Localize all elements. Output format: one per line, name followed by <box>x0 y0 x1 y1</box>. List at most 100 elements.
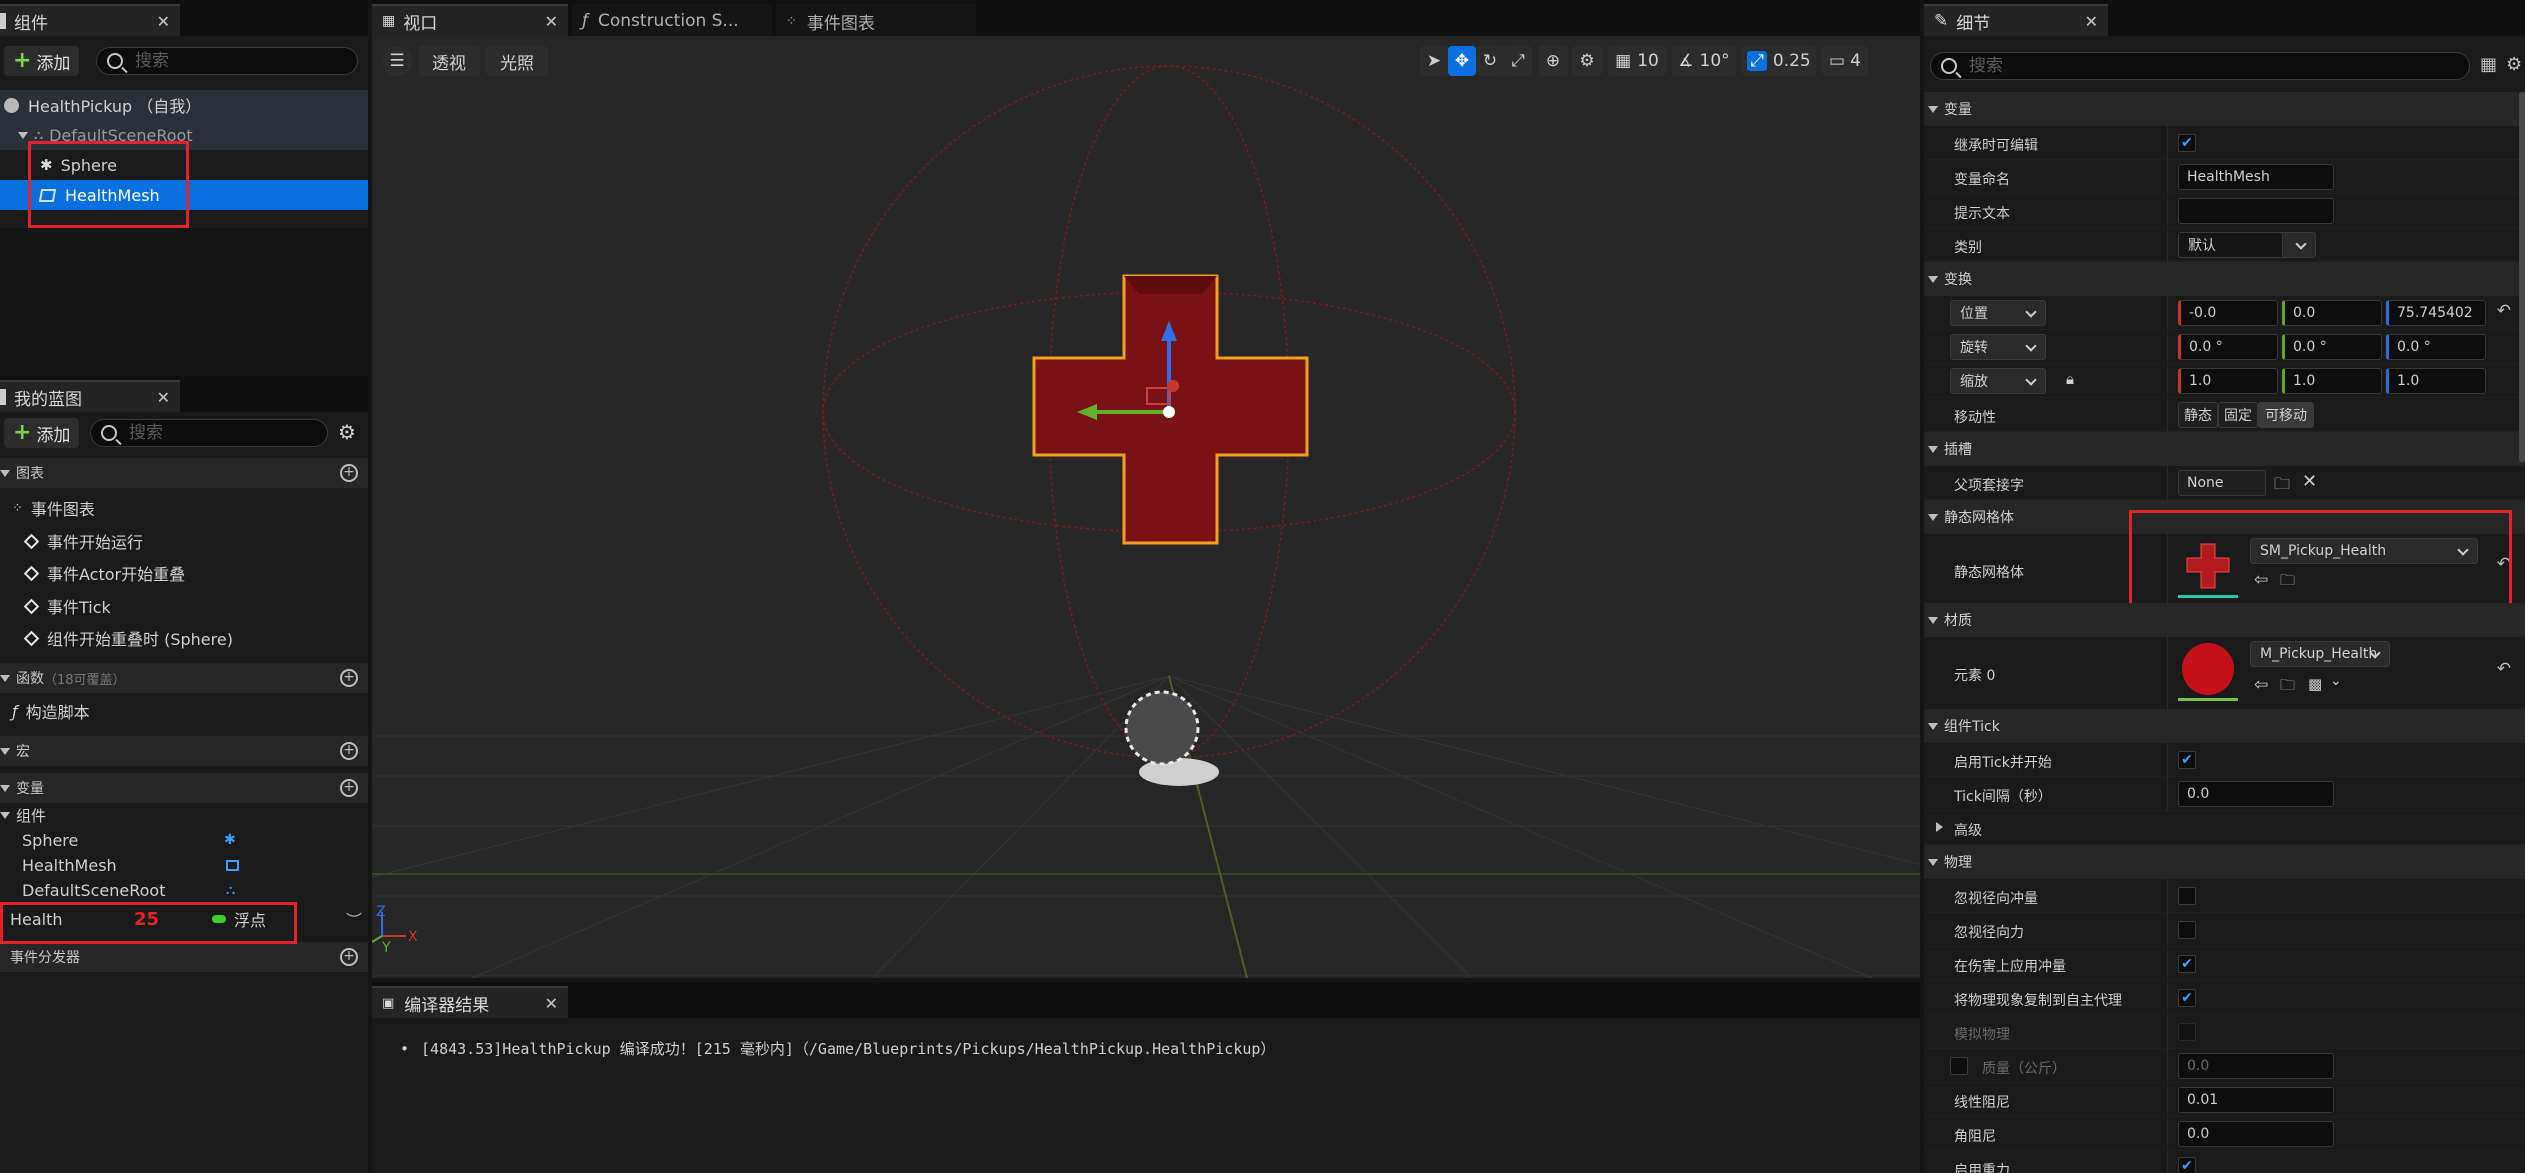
use-selected-arrow-icon[interactable]: ⇦ <box>2254 570 2268 590</box>
move-tool-button[interactable]: ✥ <box>1448 46 1476 76</box>
close-icon[interactable]: ✕ <box>545 994 558 1013</box>
use-selected-arrow-icon[interactable]: ⇦ <box>2254 675 2268 695</box>
add-dispatcher-icon[interactable]: + <box>340 948 358 966</box>
scale-snap-button[interactable]: ⤢ 0.25 <box>1742 46 1816 76</box>
camera-speed-button[interactable]: ▭ 4 <box>1822 46 1868 76</box>
reset-arrow-icon[interactable]: ↶ <box>2497 659 2511 679</box>
collapse-arrow-icon[interactable] <box>0 469 10 477</box>
section-materials[interactable]: 材质 <box>1924 603 2525 637</box>
browse-folder-icon[interactable]: 🗀︎ <box>2280 570 2295 595</box>
reset-arrow-icon[interactable]: ↶ <box>2497 554 2511 574</box>
var-name-input[interactable]: HealthMesh <box>2178 164 2334 190</box>
checker-icon[interactable]: ▩ <box>2308 675 2322 693</box>
add-variable-icon[interactable]: + <box>340 779 358 797</box>
collapse-arrow-icon[interactable] <box>1928 722 1938 730</box>
grid-snap-button[interactable]: ▦ 10 <box>1608 46 1666 76</box>
variable-row-scene-root[interactable]: DefaultSceneRoot ⛬ <box>0 878 368 902</box>
rotation-dropdown[interactable]: 旋转 <box>1950 334 2046 360</box>
enable-gravity-checkbox[interactable]: ✔ <box>2178 1157 2196 1173</box>
editable-checkbox[interactable]: ✔ <box>2178 134 2196 152</box>
tick-start-checkbox[interactable]: ✔ <box>2178 751 2196 769</box>
tree-root-row[interactable]: HealthPickup （自我） <box>0 90 368 120</box>
static-mesh-thumbnail[interactable] <box>2178 538 2238 598</box>
gear-icon[interactable]: ⚙ <box>2506 54 2522 75</box>
tree-scene-root-row[interactable]: ⛬ DefaultSceneRoot <box>0 120 368 150</box>
variable-row-sphere[interactable]: Sphere ✱ <box>0 828 368 852</box>
section-graphs[interactable]: 图表 + <box>0 458 368 488</box>
tick-interval-input[interactable]: 0.0 <box>2178 781 2334 807</box>
row-advanced[interactable]: 高级 <box>1924 811 2525 845</box>
tab-construction-script[interactable]: ƒ Construction S... <box>572 4 772 36</box>
replicate-physics-checkbox[interactable]: ✔ <box>2178 989 2196 1007</box>
section-transform[interactable]: 变换 <box>1924 262 2525 296</box>
tab-compiler-results[interactable]: ▣ 编译器结果 ✕ <box>372 986 568 1018</box>
scale-x-input[interactable]: 1.0 <box>2178 368 2278 394</box>
material-dropdown[interactable]: M_Pickup_Health <box>2250 641 2390 667</box>
mobility-stationary-button[interactable]: 固定 <box>2218 402 2258 428</box>
components-search-field[interactable] <box>135 51 310 71</box>
category-dropdown[interactable]: 默认 <box>2178 232 2290 258</box>
scale-tool-button[interactable]: ⤢ <box>1504 46 1532 76</box>
browse-folder-icon[interactable]: 🗀︎ <box>2280 675 2295 700</box>
add-macro-icon[interactable]: + <box>340 742 358 760</box>
blueprint-search-input[interactable] <box>90 419 328 447</box>
collapse-arrow-icon[interactable] <box>1928 616 1938 624</box>
details-scrollbar[interactable] <box>2519 92 2525 462</box>
perspective-button[interactable]: 透视 <box>418 46 480 76</box>
section-variables[interactable]: 变量 + <box>0 773 368 803</box>
rotation-snap-button[interactable]: ∡ 10° <box>1672 46 1736 76</box>
viewport-canvas[interactable]: X Z Y ☰ 透视 光照 ➤ ✥ ↻ ⤢ ⊕ ⚙ ▦ 10 ∡ 10° ⤢ 0.25… <box>372 36 1920 978</box>
add-function-icon[interactable]: + <box>340 669 358 687</box>
collapse-arrow-icon[interactable] <box>0 674 10 682</box>
settings-gear-icon[interactable]: ⚙ <box>338 420 356 444</box>
section-sockets[interactable]: 插槽 <box>1924 432 2525 466</box>
mobility-static-button[interactable]: 静态 <box>2178 402 2218 428</box>
reset-arrow-icon[interactable]: ↶ <box>2497 301 2511 321</box>
event-item[interactable]: 事件Tick <box>0 592 368 620</box>
location-dropdown[interactable]: 位置 <box>1950 300 2046 326</box>
details-search-field[interactable] <box>1969 56 2339 76</box>
tab-viewport[interactable]: ▦ 视口 ✕ <box>372 4 568 36</box>
add-graph-icon[interactable]: + <box>340 464 358 482</box>
chevron-down-icon[interactable]: ⌄ <box>2330 673 2342 689</box>
section-variable[interactable]: 变量 <box>1924 92 2525 126</box>
tree-item-sphere[interactable]: ✱ Sphere <box>0 150 368 180</box>
static-mesh-dropdown[interactable]: SM_Pickup_Health <box>2250 538 2478 564</box>
apply-impulse-damage-checkbox[interactable]: ✔ <box>2178 955 2196 973</box>
collapse-arrow-icon[interactable] <box>1928 275 1938 283</box>
tab-details[interactable]: ✎ 细节 ✕ <box>1924 4 2108 36</box>
expand-arrow-icon[interactable] <box>1936 822 1943 832</box>
variable-row-healthmesh[interactable]: HealthMesh <box>0 853 368 877</box>
event-item[interactable]: 组件开始重叠时 (Sphere) <box>0 624 368 652</box>
linear-damping-input[interactable]: 0.01 <box>2178 1087 2334 1113</box>
coordinate-space-icon[interactable]: ⊕ <box>1538 46 1568 76</box>
tree-item-healthmesh[interactable]: HealthMesh <box>0 180 368 210</box>
section-macros[interactable]: 宏 + <box>0 736 368 766</box>
section-functions[interactable]: 函数 （18可覆盖） + <box>0 663 368 693</box>
collapse-arrow-icon[interactable] <box>0 784 10 792</box>
ignore-radial-force-checkbox[interactable] <box>2178 921 2196 939</box>
mobility-movable-button[interactable]: 可移动 <box>2258 402 2314 428</box>
material-thumbnail[interactable] <box>2178 641 2238 701</box>
close-icon[interactable]: ✕ <box>157 388 170 407</box>
event-item[interactable]: 事件开始运行 <box>0 527 368 555</box>
components-search-input[interactable] <box>96 47 358 75</box>
select-tool-button[interactable]: ➤ <box>1420 46 1448 76</box>
rotation-y-input[interactable]: 0.0 ° <box>2282 334 2382 360</box>
blueprint-search-field[interactable] <box>129 423 288 443</box>
category-chevron-button[interactable] <box>2282 232 2316 258</box>
collapse-arrow-icon[interactable] <box>0 747 10 755</box>
close-icon[interactable]: ✕ <box>157 12 170 31</box>
rotation-z-input[interactable]: 0.0 ° <box>2386 334 2486 360</box>
collapse-arrow-icon[interactable] <box>1928 858 1938 866</box>
lighting-button[interactable]: 光照 <box>486 46 548 76</box>
location-x-input[interactable]: -0.0 <box>2178 300 2278 326</box>
location-y-input[interactable]: 0.0 <box>2282 300 2382 326</box>
section-event-dispatchers[interactable]: 事件分发器 + <box>0 942 368 972</box>
details-search-input[interactable] <box>1930 52 2470 80</box>
collapse-arrow-icon[interactable] <box>0 811 10 819</box>
add-blueprint-item-button[interactable]: + 添加 <box>4 418 80 448</box>
tab-my-blueprint[interactable]: 我的蓝图 ✕ <box>0 380 180 412</box>
location-z-input[interactable]: 75.745402 <box>2386 300 2486 326</box>
section-component-tick[interactable]: 组件Tick <box>1924 709 2525 743</box>
